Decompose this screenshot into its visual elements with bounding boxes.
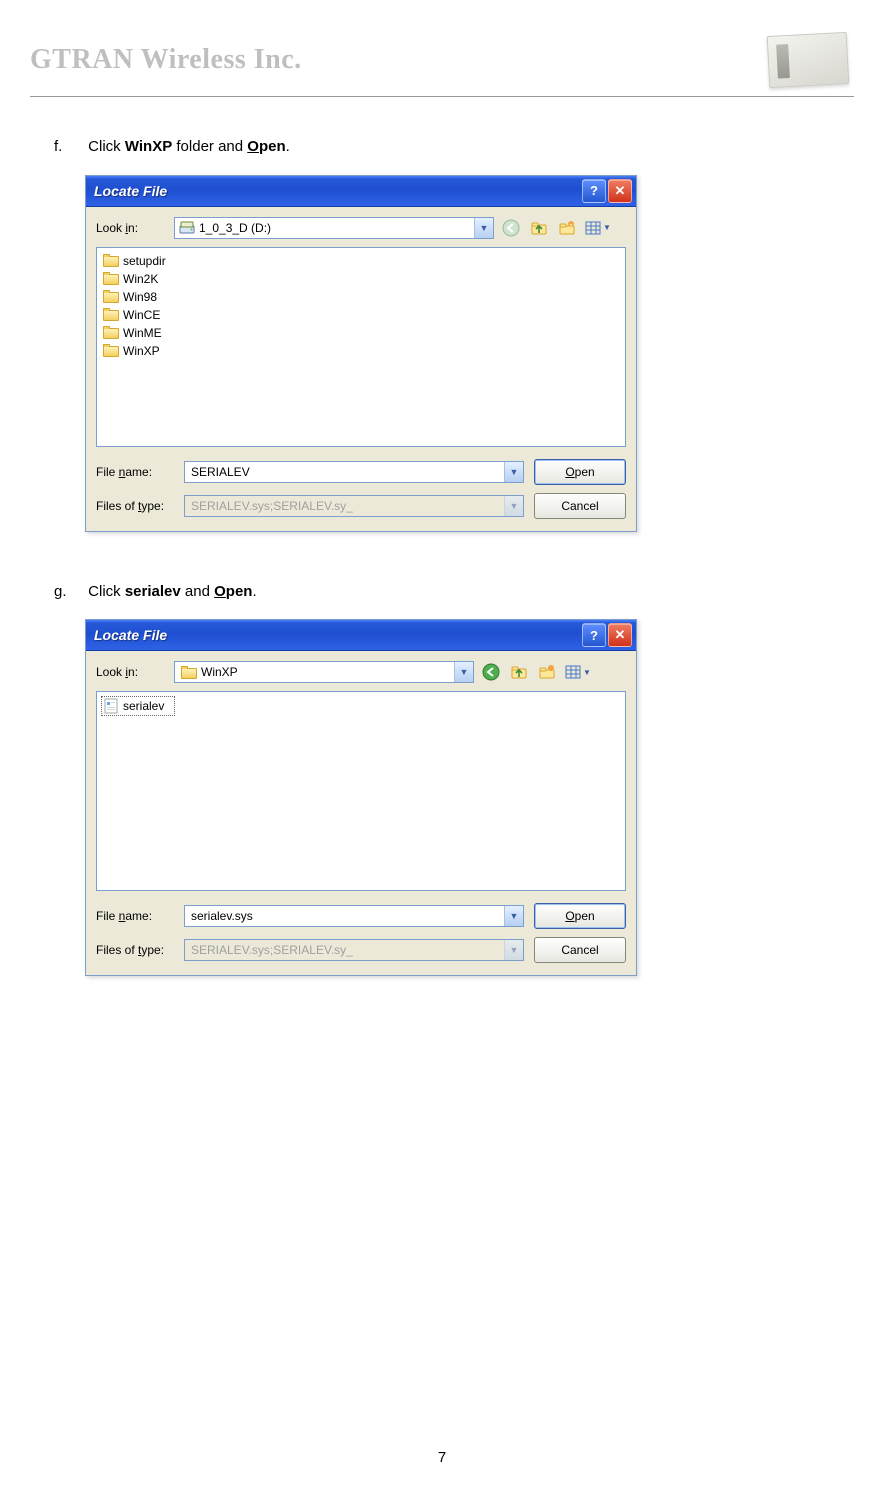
chevron-down-icon: ▼ [583,668,591,677]
list-item[interactable]: Win98 [101,288,621,306]
sys-file-icon [103,698,119,714]
doc-header: GTRAN Wireless Inc. [30,30,854,97]
file-list[interactable]: serialev [96,691,626,891]
view-icon [564,663,582,681]
chevron-down-icon: ▼ [504,940,523,960]
file-type-label: Files of type: [96,499,174,513]
new-folder-icon [558,219,576,237]
list-item[interactable]: Win2K [101,270,621,288]
folder-up-icon [510,663,528,681]
back-button[interactable] [480,661,502,683]
folder-icon [103,344,119,357]
view-icon [584,219,602,237]
list-item[interactable]: WinME [101,324,621,342]
folder-up-icon [530,219,548,237]
up-button[interactable] [508,661,530,683]
folder-icon [103,326,119,339]
back-arrow-icon [502,219,520,237]
view-menu-button[interactable]: ▼ [564,663,591,681]
folder-icon [103,308,119,321]
file-type-dropdown: SERIALEV.sys;SERIALEV.sy_ ▼ [184,939,524,961]
dialog-title: Locate File [94,627,167,643]
close-button[interactable]: ✕ [608,179,632,203]
title-bar: Locate File ? ✕ [86,620,636,651]
cancel-button[interactable]: Cancel [534,493,626,519]
page-number: 7 [0,1449,884,1466]
file-name-label: File name: [96,465,174,479]
list-item[interactable]: setupdir [101,252,621,270]
file-name-input[interactable]: SERIALEV ▼ [184,461,524,483]
list-item[interactable]: WinCE [101,306,621,324]
cancel-button[interactable]: Cancel [534,937,626,963]
help-button[interactable]: ? [582,623,606,647]
folder-icon [181,666,197,679]
back-arrow-icon [482,663,500,681]
chevron-down-icon: ▼ [603,223,611,232]
file-name-label: File name: [96,909,174,923]
open-button[interactable]: Open [534,459,626,485]
help-button[interactable]: ? [582,179,606,203]
up-button[interactable] [528,217,550,239]
back-button[interactable] [500,217,522,239]
chevron-down-icon: ▼ [504,906,523,926]
folder-icon [103,254,119,267]
list-item[interactable]: WinXP [101,342,621,360]
locate-file-dialog-2: Locate File ? ✕ Look in: WinXP ▼ [85,619,637,976]
title-bar: Locate File ? ✕ [86,176,636,207]
look-in-dropdown[interactable]: WinXP ▼ [174,661,474,683]
list-item[interactable]: serialev [101,696,175,716]
dialog-title: Locate File [94,183,167,199]
look-in-label: Look in: [96,665,168,679]
open-button[interactable]: Open [534,903,626,929]
file-list[interactable]: setupdir Win2K Win98 WinCE WinME WinXP [96,247,626,447]
new-folder-button[interactable] [556,217,578,239]
view-menu-button[interactable]: ▼ [584,219,611,237]
new-folder-icon [538,663,556,681]
file-type-label: Files of type: [96,943,174,957]
folder-icon [103,290,119,303]
locate-file-dialog-1: Locate File ? ✕ Look in: 1_0_3_D (D [85,175,637,532]
logo-card [764,30,854,90]
new-folder-button[interactable] [536,661,558,683]
step-g: g. Click serialev and Open. [54,582,854,602]
close-button[interactable]: ✕ [608,623,632,647]
chevron-down-icon: ▼ [474,218,493,238]
drive-icon [179,220,195,236]
look-in-dropdown[interactable]: 1_0_3_D (D:) ▼ [174,217,494,239]
company-name: GTRAN Wireless Inc. [30,44,302,76]
step-f: f. Click WinXP folder and Open. [54,137,854,157]
file-name-input[interactable]: serialev.sys ▼ [184,905,524,927]
chevron-down-icon: ▼ [454,662,473,682]
file-type-dropdown: SERIALEV.sys;SERIALEV.sy_ ▼ [184,495,524,517]
chevron-down-icon: ▼ [504,496,523,516]
look-in-label: Look in: [96,221,168,235]
chevron-down-icon: ▼ [504,462,523,482]
folder-icon [103,272,119,285]
